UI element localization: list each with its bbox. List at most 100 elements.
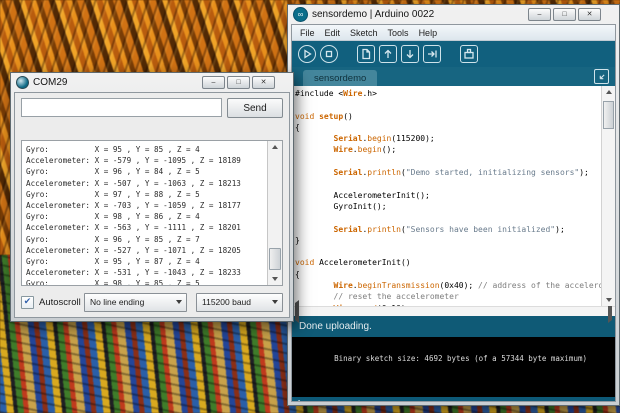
arduino-window-body: File Edit Sketch Tools Help [291,24,616,402]
serial-monitor-button[interactable] [460,45,478,63]
code-line: Serial.println("Demo started, initializi… [295,167,601,178]
tab-bar: sensordemo [292,67,615,86]
console-output: Binary sketch size: 4692 bytes (of a 573… [292,337,615,397]
serial-monitor-window: COM29 – □ ✕ Send Gyro: X = 95 , Y = 85 ,… [10,72,294,322]
line-ending-dropdown[interactable]: No line ending [84,293,187,312]
console-text: Binary sketch size: 4692 bytes (of a 573… [334,354,587,363]
serial-line: Accelerometer: X = -531 , Y = -1043 , Z … [26,267,267,278]
arduino-titlebar[interactable]: ∞ sensordemo | Arduino 0022 – □ ✕ [288,5,619,24]
maximize-button[interactable]: □ [553,8,576,21]
menu-help[interactable]: Help [414,28,443,38]
close-button[interactable]: ✕ [252,76,275,89]
verify-button[interactable] [298,45,316,63]
autoscroll-label: Autoscroll [39,297,81,308]
serial-window-body: Send Gyro: X = 95 , Y = 85 , Z = 4Accele… [14,92,290,318]
serial-line: Accelerometer: X = -563 , Y = -1111 , Z … [26,222,267,233]
menu-file[interactable]: File [295,28,320,38]
minimize-button[interactable]: – [528,8,551,21]
tab-menu-button[interactable] [594,69,609,84]
scroll-down-icon[interactable] [268,273,282,285]
serial-scrollbar-thumb[interactable] [269,248,281,270]
code-line [295,178,601,189]
maximize-icon: □ [236,79,240,86]
upload-button[interactable] [423,45,441,63]
editor-area: #include <Wire.h>void setup(){ Serial.be… [292,86,615,306]
serial-line: Accelerometer: X = -527 , Y = -1071 , Z … [26,245,267,256]
save-button[interactable] [401,45,419,63]
line-indicator-bar: 1 [292,397,615,402]
chevron-down-icon [272,300,278,304]
menu-bar: File Edit Sketch Tools Help [292,25,615,41]
serial-input[interactable] [21,98,222,117]
status-text: Done uploading. [299,321,372,332]
chevron-down-icon [176,300,182,304]
serial-window-title: COM29 [33,77,67,88]
editor-scrollbar[interactable] [601,86,615,306]
tab-sensordemo[interactable]: sensordemo [303,70,377,86]
menu-sketch[interactable]: Sketch [345,28,383,38]
code-editor[interactable]: #include <Wire.h>void setup(){ Serial.be… [292,86,601,306]
serial-caption-buttons: – □ ✕ [202,76,275,89]
verify-icon [300,47,314,61]
code-line: { [295,269,601,280]
scroll-up-icon[interactable] [602,86,615,98]
open-icon [381,47,395,61]
arduino-caption-buttons: – □ ✕ [528,8,601,21]
line-ending-value: No line ending [90,297,144,307]
serial-line: Gyro: X = 95 , Y = 87 , Z = 4 [26,256,267,267]
arduino-ide-window: ∞ sensordemo | Arduino 0022 – □ ✕ File E… [287,4,620,406]
serial-window-icon [16,76,29,89]
code-line: // reset the accelerometer [295,291,601,302]
desktop: ∞ sensordemo | Arduino 0022 – □ ✕ File E… [0,0,620,413]
open-button[interactable] [379,45,397,63]
code-line: void AccelerometerInit() [295,257,601,268]
new-sketch-icon [359,47,373,61]
serial-line: Gyro: X = 95 , Y = 85 , Z = 4 [26,144,267,155]
stop-icon [322,47,336,61]
autoscroll-checkbox[interactable] [21,296,34,309]
status-bar: Done uploading. [292,316,615,337]
new-tab-icon [596,71,608,83]
arduino-window-title: sensordemo | Arduino 0022 [312,9,434,20]
menu-tools[interactable]: Tools [383,28,414,38]
code-line: { [295,122,601,133]
serial-line: Gyro: X = 98 , Y = 86 , Z = 4 [26,211,267,222]
minimize-icon: – [212,79,216,86]
editor-hscrollbar[interactable] [292,306,615,316]
serial-scrollbar[interactable] [267,141,282,285]
code-line [295,246,601,257]
close-icon: ✕ [587,11,593,18]
code-line: GyroInit(); [295,201,601,212]
editor-scrollbar-thumb[interactable] [603,101,614,129]
code-line: AccelerometerInit(); [295,190,601,201]
maximize-icon: □ [562,11,566,18]
scroll-up-icon[interactable] [268,141,282,153]
serial-line: Accelerometer: X = -579 , Y = -1095 , Z … [26,155,267,166]
code-line: Wire.send(0x10); [295,303,601,306]
minimize-button[interactable]: – [202,76,225,89]
stop-button[interactable] [320,45,338,63]
serial-line: Gyro: X = 97 , Y = 88 , Z = 5 [26,189,267,200]
close-button[interactable]: ✕ [578,8,601,21]
serial-monitor-icon [462,47,476,61]
minimize-icon: – [538,11,542,18]
new-sketch-button[interactable] [357,45,375,63]
code-line [295,99,601,110]
maximize-button[interactable]: □ [227,76,250,89]
baud-rate-dropdown[interactable]: 115200 baud [196,293,283,312]
serial-line: Gyro: X = 96 , Y = 84 , Z = 5 [26,166,267,177]
menu-edit[interactable]: Edit [320,28,346,38]
code-line: Wire.beginTransmission(0x40); // address… [295,280,601,291]
code-line: } [295,235,601,246]
serial-line: Gyro: X = 96 , Y = 85 , Z = 7 [26,234,267,245]
arduino-app-icon: ∞ [293,7,308,22]
send-button[interactable]: Send [227,98,283,118]
scroll-left-icon[interactable] [295,303,299,321]
line-number: 1 [297,399,301,402]
scroll-down-icon[interactable] [602,294,615,306]
serial-titlebar[interactable]: COM29 – □ ✕ [11,73,293,92]
toolbar [292,41,615,67]
save-icon [403,47,417,61]
upload-icon [425,47,439,61]
serial-line: Accelerometer: X = -703 , Y = -1059 , Z … [26,200,267,211]
